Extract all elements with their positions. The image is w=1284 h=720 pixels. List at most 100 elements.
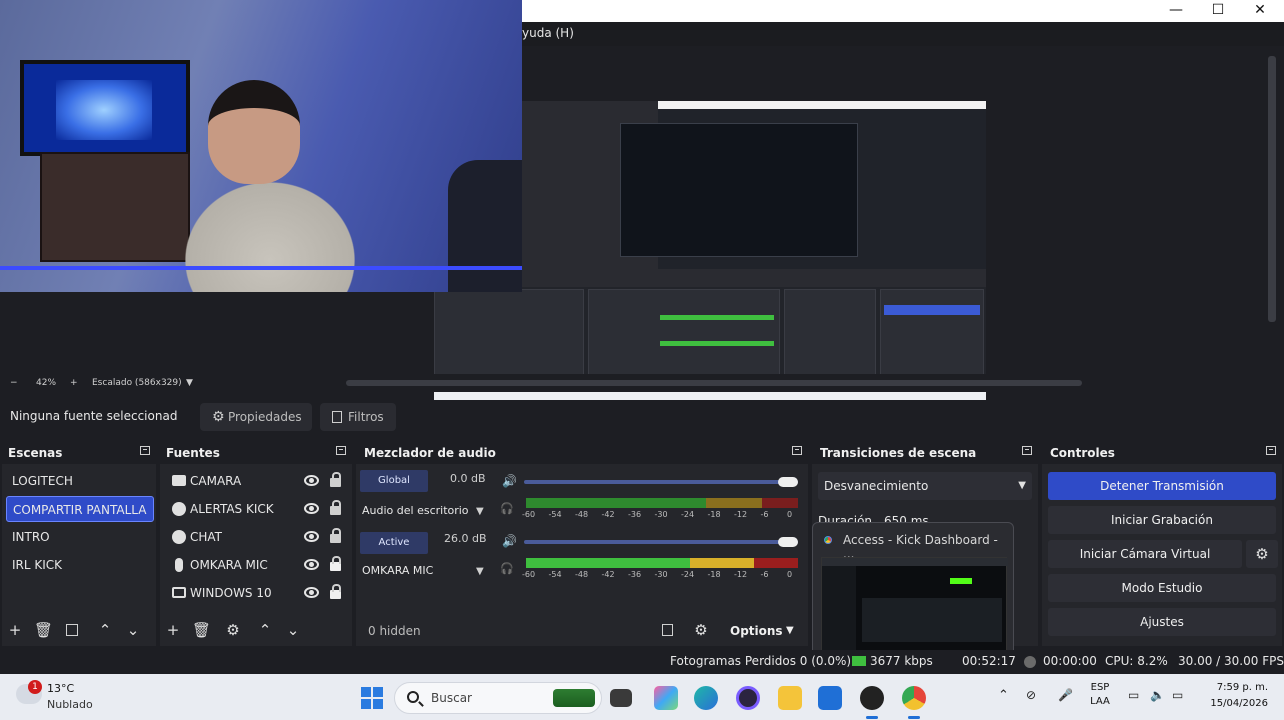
obs-icon[interactable]	[736, 686, 760, 710]
clock-date[interactable]: 15/04/2026	[1198, 698, 1268, 709]
minimize-button[interactable]: —	[1154, 0, 1198, 22]
volume-slider[interactable]	[524, 477, 798, 487]
copilot-icon[interactable]	[654, 686, 678, 710]
settings-button[interactable]: Ajustes	[1048, 608, 1276, 636]
language-top[interactable]: ESP	[1090, 682, 1110, 693]
start-recording-button[interactable]: Iniciar Grabación	[1048, 506, 1276, 534]
layout-icon[interactable]	[662, 624, 673, 636]
transition-select[interactable]: Desvanecimiento ▼	[818, 472, 1032, 500]
scene-item-active[interactable]: COMPARTIR PANTALLA	[6, 496, 154, 522]
eye-icon[interactable]	[304, 503, 319, 514]
scene-item[interactable]: IRL KICK	[6, 552, 154, 578]
preview-area[interactable]	[0, 0, 1284, 411]
source-item[interactable]: CAMARA	[166, 468, 354, 494]
audio-meter	[526, 558, 798, 568]
app-with-red-badge-icon[interactable]	[860, 686, 884, 719]
eye-icon[interactable]	[304, 587, 319, 598]
zoom-in-button[interactable]: +	[70, 378, 78, 388]
channel-chip-global[interactable]: Global	[360, 470, 428, 492]
meter-red	[762, 498, 798, 508]
lock-icon[interactable]	[330, 556, 341, 571]
store-icon[interactable]	[818, 686, 842, 710]
options-button[interactable]: Options	[730, 624, 783, 638]
scene-item[interactable]: LOGITECH	[6, 468, 154, 494]
source-item[interactable]: OMKARA MIC	[166, 552, 354, 578]
edge-icon[interactable]	[694, 686, 718, 710]
preview-horizontal-scrollbar[interactable]	[346, 380, 1082, 386]
chevron-up-icon[interactable]: ⌃	[998, 688, 1009, 703]
filter-icon	[332, 411, 342, 423]
source-item[interactable]: WINDOWS 10	[166, 580, 354, 606]
eye-icon[interactable]	[304, 559, 319, 570]
headphones-icon[interactable]: 🎧	[500, 502, 514, 515]
undock-icon[interactable]	[336, 446, 346, 455]
volume-slider-knob[interactable]	[778, 537, 798, 547]
undock-icon[interactable]	[1266, 446, 1276, 455]
lock-icon[interactable]	[330, 472, 341, 487]
stop-streaming-button[interactable]: Detener Transmisión	[1048, 472, 1276, 500]
studio-mode-button[interactable]: Modo Estudio	[1048, 574, 1276, 602]
properties-button[interactable]: ⚙ Propiedades	[200, 403, 312, 431]
trash-icon[interactable]: 🗑	[34, 623, 53, 638]
chevron-down-icon[interactable]: ⌄	[126, 623, 140, 638]
eye-icon[interactable]	[304, 475, 319, 486]
filter-icon[interactable]	[66, 624, 78, 636]
zoom-out-button[interactable]: −	[10, 378, 18, 388]
advanced-settings-icon[interactable]: ⚙	[694, 623, 708, 638]
windows-start-icon[interactable]	[361, 687, 383, 709]
channel-chip-active[interactable]: Active	[360, 532, 428, 554]
taskbar-window-preview[interactable]: Access - Kick Dashboard - ...	[812, 522, 1014, 660]
gear-icon[interactable]: ⚙	[226, 623, 240, 638]
headphones-icon[interactable]: 🎧	[500, 562, 514, 575]
language-bottom[interactable]: LAA	[1090, 696, 1110, 707]
taskbar-search[interactable]: Buscar	[394, 682, 602, 714]
source-item[interactable]: ALERTAS KICK	[166, 496, 354, 522]
meter-tick-label: -36	[628, 570, 642, 579]
menu-help[interactable]: yuda (H)	[522, 26, 574, 40]
lock-icon[interactable]	[330, 528, 341, 543]
display-icon[interactable]: ▭	[1128, 688, 1139, 702]
undock-icon[interactable]	[792, 446, 802, 455]
volume-icon[interactable]: 🔈	[1150, 688, 1165, 702]
battery-icon[interactable]: ▭	[1172, 688, 1183, 702]
filters-button[interactable]: Filtros	[320, 403, 396, 431]
chevron-up-icon[interactable]: ⌃	[258, 623, 272, 638]
scene-item[interactable]: INTRO	[6, 524, 154, 550]
clock-time[interactable]: 7:59 p. m.	[1198, 682, 1268, 693]
weather-temperature[interactable]: 13°C	[47, 682, 74, 695]
zoom-level: 42%	[36, 378, 57, 388]
thumb-tabbar	[822, 558, 1008, 566]
lock-icon[interactable]	[330, 500, 341, 515]
undock-icon[interactable]	[140, 446, 150, 455]
volume-slider[interactable]	[524, 537, 798, 547]
channel-menu-icon[interactable]: ▼	[476, 566, 484, 577]
chrome-icon[interactable]	[902, 686, 926, 719]
close-button[interactable]: ✕	[1238, 0, 1282, 22]
microphone-icon[interactable]: 🎤	[1058, 688, 1073, 702]
speaker-icon[interactable]: 🔊	[502, 474, 517, 488]
source-item[interactable]: CHAT	[166, 524, 354, 550]
chevron-down-icon[interactable]: ⌄	[286, 623, 300, 638]
chevron-down-icon[interactable]: ▼	[786, 625, 794, 636]
add-icon[interactable]: +	[166, 623, 180, 638]
meter-tick-label: -48	[575, 510, 589, 519]
terminal-icon[interactable]	[610, 689, 632, 707]
speaker-icon[interactable]: 🔊	[502, 534, 517, 548]
trash-icon[interactable]: 🗑	[192, 623, 211, 638]
scale-dropdown-icon[interactable]: ▼	[186, 378, 193, 388]
mixer-footer: 0 hidden ⚙ Options ▼	[356, 616, 808, 646]
virtual-camera-settings-gear-icon[interactable]: ⚙	[1246, 540, 1278, 568]
add-icon[interactable]: +	[8, 623, 22, 638]
chevron-up-icon[interactable]: ⌃	[98, 623, 112, 638]
volume-slider-knob[interactable]	[778, 477, 798, 487]
channel-menu-icon[interactable]: ▼	[476, 506, 484, 517]
preview-window-thumbnail	[821, 557, 1008, 654]
preview-vertical-scrollbar[interactable]	[1268, 56, 1276, 322]
file-explorer-icon[interactable]	[778, 686, 802, 710]
eye-icon[interactable]	[304, 531, 319, 542]
lock-icon[interactable]	[330, 584, 341, 599]
network-off-icon[interactable]: ⊘	[1026, 688, 1036, 702]
undock-icon[interactable]	[1022, 446, 1032, 455]
start-virtual-camera-button[interactable]: Iniciar Cámara Virtual	[1048, 540, 1242, 568]
maximize-button[interactable]: ☐	[1196, 0, 1240, 22]
